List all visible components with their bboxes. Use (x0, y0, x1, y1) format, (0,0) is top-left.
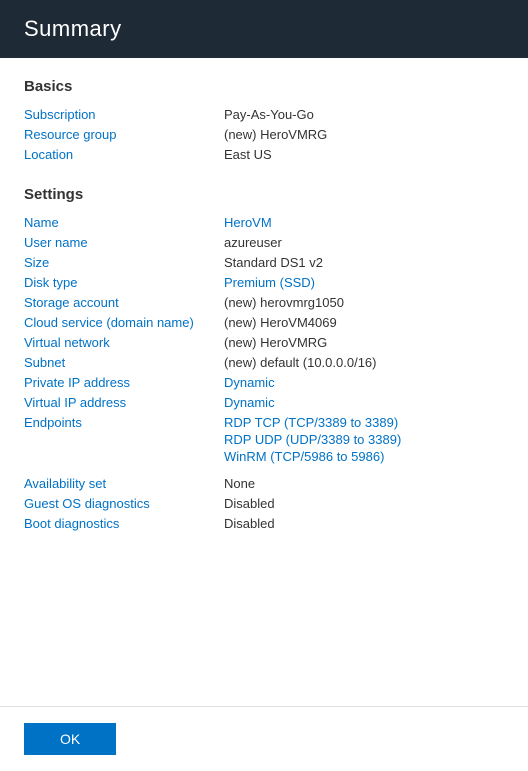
value-size: Standard DS1 v2 (224, 255, 504, 270)
value-disk-type: Premium (SSD) (224, 275, 504, 290)
label-disk-type: Disk type (24, 275, 224, 290)
field-virtual-ip: Virtual IP address Dynamic (24, 395, 504, 410)
label-private-ip: Private IP address (24, 375, 224, 390)
label-endpoints: Endpoints (24, 415, 224, 430)
field-storage-account: Storage account (new) herovmrg1050 (24, 295, 504, 310)
value-location: East US (224, 147, 504, 162)
field-resource-group: Resource group (new) HeroVMRG (24, 127, 504, 142)
label-resource-group: Resource group (24, 127, 224, 142)
field-guest-os: Guest OS diagnostics Disabled (24, 496, 504, 511)
content-area: Basics Subscription Pay-As-You-Go Resour… (0, 58, 528, 706)
value-name: HeroVM (224, 215, 504, 230)
field-availability-set: Availability set None (24, 476, 504, 491)
label-cloud-service: Cloud service (domain name) (24, 315, 224, 330)
field-disk-type: Disk type Premium (SSD) (24, 275, 504, 290)
label-subnet: Subnet (24, 355, 224, 370)
field-subscription: Subscription Pay-As-You-Go (24, 107, 504, 122)
field-boot-diagnostics: Boot diagnostics Disabled (24, 516, 504, 531)
label-boot-diagnostics: Boot diagnostics (24, 516, 224, 531)
header-title: Summary (24, 16, 504, 42)
field-virtual-network: Virtual network (new) HeroVMRG (24, 335, 504, 350)
value-storage-account: (new) herovmrg1050 (224, 295, 504, 310)
field-subnet: Subnet (new) default (10.0.0.0/16) (24, 355, 504, 370)
value-virtual-network: (new) HeroVMRG (224, 335, 504, 350)
label-storage-account: Storage account (24, 295, 224, 310)
value-private-ip: Dynamic (224, 375, 504, 390)
value-guest-os: Disabled (224, 496, 504, 511)
field-size: Size Standard DS1 v2 (24, 255, 504, 270)
label-location: Location (24, 147, 224, 162)
label-username: User name (24, 235, 224, 250)
basics-section: Basics Subscription Pay-As-You-Go Resour… (24, 78, 504, 162)
field-username: User name azureuser (24, 235, 504, 250)
field-endpoints: Endpoints RDP TCP (TCP/3389 to 3389) RDP… (24, 415, 504, 466)
value-availability-set: None (224, 476, 504, 491)
basics-title: Basics (24, 78, 504, 95)
field-name: Name HeroVM (24, 215, 504, 230)
field-private-ip: Private IP address Dynamic (24, 375, 504, 390)
settings-title: Settings (24, 186, 504, 203)
endpoint-winrm: WinRM (TCP/5986 to 5986) (224, 449, 504, 464)
value-virtual-ip: Dynamic (224, 395, 504, 410)
value-resource-group: (new) HeroVMRG (224, 127, 504, 142)
value-username: azureuser (224, 235, 504, 250)
value-boot-diagnostics: Disabled (224, 516, 504, 531)
field-cloud-service: Cloud service (domain name) (new) HeroVM… (24, 315, 504, 330)
label-virtual-ip: Virtual IP address (24, 395, 224, 410)
field-location: Location East US (24, 147, 504, 162)
label-name: Name (24, 215, 224, 230)
value-cloud-service: (new) HeroVM4069 (224, 315, 504, 330)
value-subnet: (new) default (10.0.0.0/16) (224, 355, 504, 370)
endpoint-rdp-udp: RDP UDP (UDP/3389 to 3389) (224, 432, 504, 447)
endpoints-values: RDP TCP (TCP/3389 to 3389) RDP UDP (UDP/… (224, 415, 504, 466)
settings-section: Settings Name HeroVM User name azureuser… (24, 186, 504, 531)
endpoint-rdp-tcp: RDP TCP (TCP/3389 to 3389) (224, 415, 504, 430)
label-availability-set: Availability set (24, 476, 224, 491)
label-subscription: Subscription (24, 107, 224, 122)
label-guest-os: Guest OS diagnostics (24, 496, 224, 511)
footer: OK (0, 706, 528, 771)
ok-button[interactable]: OK (24, 723, 116, 755)
value-subscription: Pay-As-You-Go (224, 107, 504, 122)
summary-window: Summary Basics Subscription Pay-As-You-G… (0, 0, 528, 771)
header: Summary (0, 0, 528, 58)
label-size: Size (24, 255, 224, 270)
label-virtual-network: Virtual network (24, 335, 224, 350)
